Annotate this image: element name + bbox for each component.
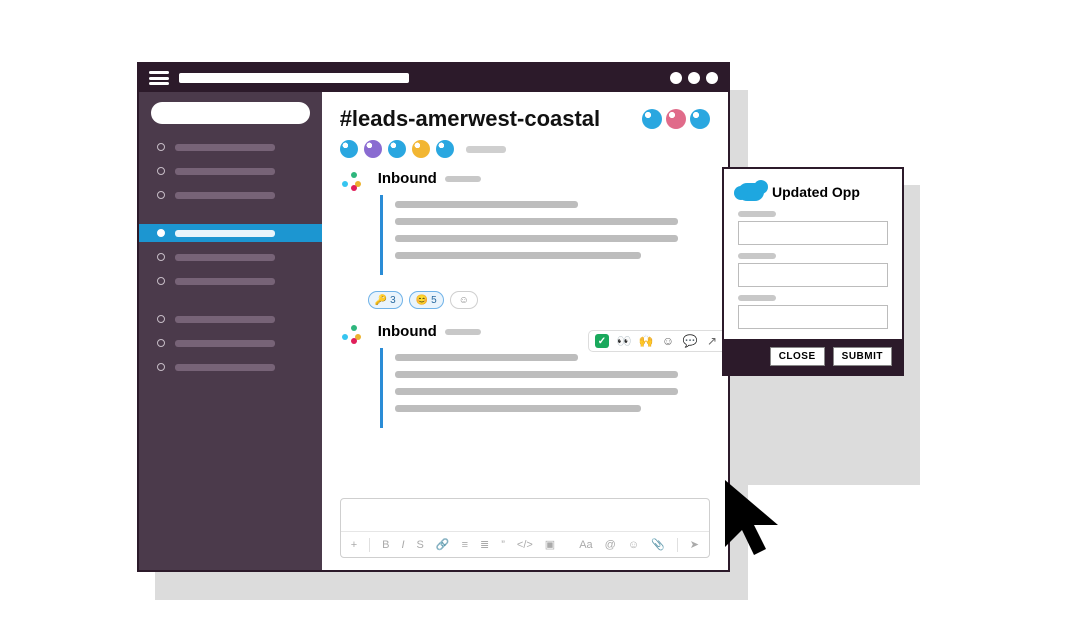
raised-hands-icon[interactable]: 🙌: [639, 334, 653, 348]
quote-icon[interactable]: ”: [501, 539, 505, 551]
share-icon[interactable]: ↗: [705, 334, 719, 348]
message-actions-toolbar: 👀 🙌 ☺︎ 💬 ↗ ⚑: [588, 330, 728, 352]
channel-pane: #leads-amerwest-coastal: [322, 92, 728, 570]
search-bar[interactable]: [179, 73, 409, 83]
message-attachment: [380, 195, 710, 275]
message-author[interactable]: Inbound: [378, 323, 437, 340]
avatar: [690, 109, 710, 129]
workspace-switcher[interactable]: [151, 102, 310, 124]
add-reaction[interactable]: ☺︎: [450, 291, 478, 309]
sidebar-item[interactable]: [139, 186, 322, 204]
text-input[interactable]: [738, 221, 888, 245]
composer-toolbar: + B I S 🔗 ≡ ≣ ” </> ▣ Aa @ ☺︎: [341, 531, 709, 557]
ordered-list-icon[interactable]: ≡: [462, 539, 468, 551]
attachment-icon[interactable]: 📎: [651, 538, 665, 551]
eyes-icon[interactable]: 👀: [617, 334, 631, 348]
codeblock-icon[interactable]: ▣: [545, 538, 555, 551]
react-icon[interactable]: ☺︎: [661, 334, 675, 348]
text-input[interactable]: [738, 263, 888, 287]
strike-icon[interactable]: S: [417, 539, 424, 551]
slack-window: #leads-amerwest-coastal: [137, 62, 730, 572]
field-label: [738, 211, 776, 217]
member-count-placeholder: [466, 146, 506, 153]
sidebar-item[interactable]: [139, 272, 322, 290]
window-titlebar: [139, 64, 728, 92]
mention-icon[interactable]: @: [605, 539, 616, 551]
header-avatar-stack[interactable]: [642, 109, 710, 129]
avatar: [340, 140, 358, 158]
text-input[interactable]: [738, 305, 888, 329]
avatar: [388, 140, 406, 158]
format-toggle-icon[interactable]: Aa: [579, 539, 592, 551]
reaction[interactable]: 😊 5: [409, 291, 444, 309]
link-icon[interactable]: 🔗: [436, 538, 450, 551]
avatar: [364, 140, 382, 158]
sidebar-item[interactable]: [139, 358, 322, 376]
message-composer[interactable]: + B I S 🔗 ≡ ≣ ” </> ▣ Aa @ ☺︎: [340, 498, 710, 558]
reaction-bar: 🔑 3 😊 5 ☺︎: [368, 291, 710, 309]
field-label: [738, 253, 776, 259]
italic-icon[interactable]: I: [401, 539, 404, 551]
submit-button[interactable]: SUBMIT: [833, 347, 892, 366]
sidebar-item[interactable]: [139, 334, 322, 352]
slack-app-icon: [340, 170, 368, 198]
field-label: [738, 295, 776, 301]
modal-title: Updated Opp: [772, 184, 860, 200]
modal-footer: CLOSE SUBMIT: [724, 339, 902, 374]
message-timestamp: [445, 176, 481, 182]
sidebar-item-active[interactable]: [139, 224, 322, 242]
window-controls[interactable]: [670, 72, 718, 84]
menu-icon[interactable]: [149, 71, 169, 85]
emoji-icon[interactable]: ☺︎: [628, 539, 639, 551]
reaction[interactable]: 🔑 3: [368, 291, 403, 309]
close-button[interactable]: CLOSE: [770, 347, 825, 366]
message: Inbound: [340, 170, 710, 279]
cursor-icon: [720, 475, 790, 565]
avatar: [642, 109, 662, 129]
window-dot[interactable]: [670, 72, 682, 84]
sidebar-item[interactable]: [139, 138, 322, 156]
sidebar-item[interactable]: [139, 248, 322, 266]
attach-icon[interactable]: +: [351, 539, 357, 551]
code-icon[interactable]: </>: [517, 539, 533, 551]
thread-icon[interactable]: 💬: [683, 334, 697, 348]
sidebar-item[interactable]: [139, 310, 322, 328]
bullet-list-icon[interactable]: ≣: [480, 538, 489, 551]
bold-icon[interactable]: B: [382, 539, 389, 551]
slack-app-icon: [340, 323, 368, 351]
window-dot[interactable]: [706, 72, 718, 84]
message-attachment: [380, 348, 710, 428]
avatar: [436, 140, 454, 158]
window-dot[interactable]: [688, 72, 700, 84]
check-icon[interactable]: [595, 334, 609, 348]
channel-title[interactable]: #leads-amerwest-coastal: [340, 106, 600, 132]
sidebar: [139, 92, 322, 570]
message-author[interactable]: Inbound: [378, 170, 437, 187]
salesforce-icon: [738, 183, 764, 201]
sidebar-item[interactable]: [139, 162, 322, 180]
updated-opp-modal: Updated Opp CLOSE SUBMIT: [722, 167, 904, 376]
message-timestamp: [445, 329, 481, 335]
send-icon[interactable]: ➤: [690, 538, 699, 551]
channel-members-row[interactable]: [340, 140, 710, 158]
avatar: [412, 140, 430, 158]
avatar: [666, 109, 686, 129]
